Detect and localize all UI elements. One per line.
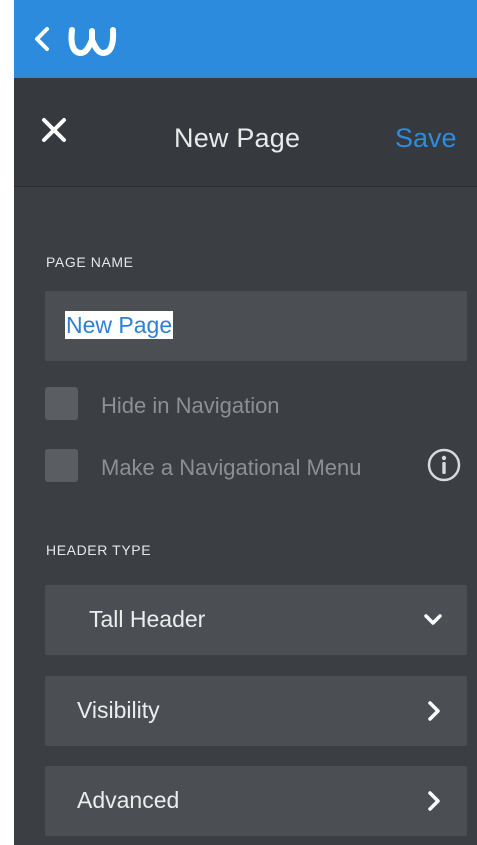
page-name-value: New Page: [65, 311, 174, 339]
panel-header: New Page Save: [14, 78, 477, 187]
hide-in-navigation-checkbox[interactable]: [45, 387, 78, 420]
header-type-select[interactable]: Tall Header: [45, 585, 467, 655]
chevron-down-icon: [424, 614, 442, 625]
header-type-label: HEADER TYPE: [46, 542, 152, 558]
top-bar: [14, 0, 477, 78]
page-name-input[interactable]: New Page: [45, 291, 467, 361]
save-button[interactable]: Save: [395, 123, 457, 154]
chevron-right-icon: [428, 701, 440, 721]
make-nav-menu-label: Make a Navigational Menu: [101, 455, 362, 480]
visibility-row[interactable]: Visibility: [45, 676, 467, 746]
chevron-right-icon: [428, 791, 440, 811]
chevron-left-icon[interactable]: [32, 24, 52, 54]
hide-in-navigation-label: Hide in Navigation: [101, 393, 280, 418]
visibility-label: Visibility: [77, 697, 160, 723]
make-nav-menu-checkbox[interactable]: [45, 449, 78, 482]
page-settings-panel: New Page Save PAGE NAME New Page Hide in…: [14, 0, 477, 845]
page-name-label: PAGE NAME: [46, 254, 134, 270]
header-type-value: Tall Header: [89, 606, 206, 632]
weebly-logo-icon[interactable]: [66, 22, 122, 58]
info-icon[interactable]: [426, 447, 462, 483]
close-icon[interactable]: [38, 114, 72, 148]
advanced-label: Advanced: [77, 787, 180, 813]
make-nav-menu-option[interactable]: Make a Navigational Menu: [45, 445, 415, 485]
advanced-row[interactable]: Advanced: [45, 766, 467, 836]
page-title: New Page: [174, 123, 301, 153]
hide-in-navigation-option[interactable]: Hide in Navigation: [45, 383, 345, 423]
